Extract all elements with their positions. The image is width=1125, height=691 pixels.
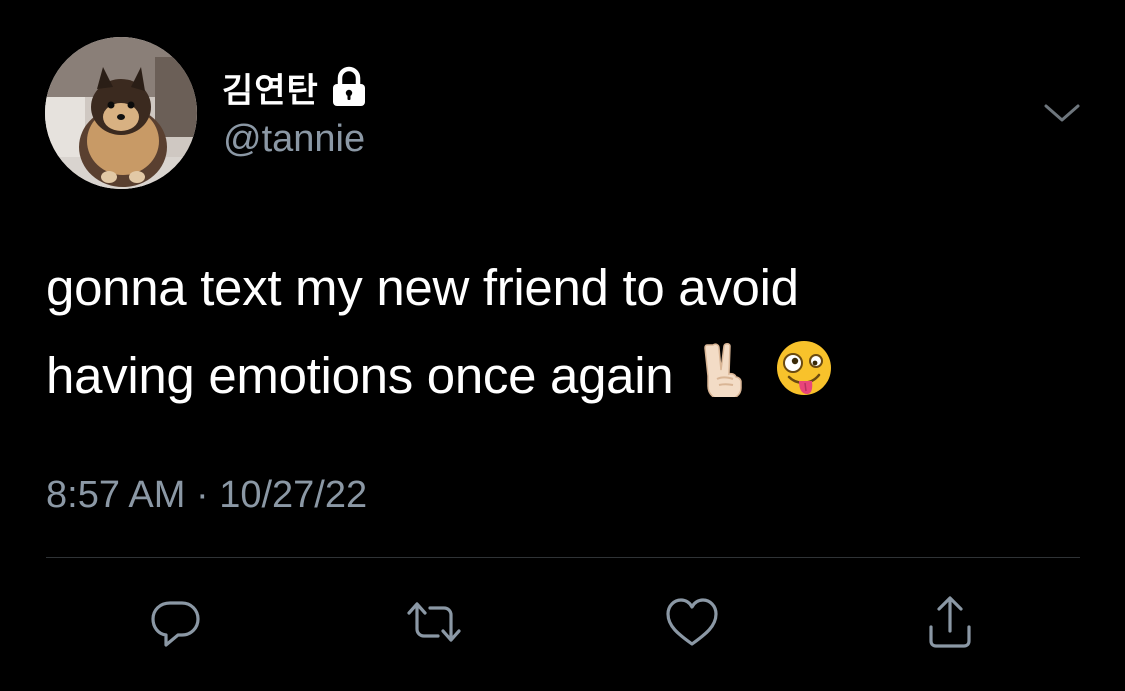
retweet-button[interactable] (404, 592, 464, 652)
meta-separator: · (195, 474, 209, 516)
tweet-card: 김연탄 @tannie gonna text my new friend to … (0, 0, 1125, 691)
tweet-text-line: gonna text my new friend to avoid (46, 259, 799, 316)
user-handle[interactable]: @tannie (223, 118, 365, 161)
tweet-text-line-2: having emotions once again (46, 332, 1086, 424)
lock-icon (329, 65, 369, 109)
like-icon (663, 595, 721, 649)
tweet-text: gonna text my new friend to avoid having… (46, 244, 1086, 424)
avatar-image (45, 37, 197, 189)
tweet-date: 10/27/22 (219, 474, 368, 516)
share-icon (922, 593, 978, 651)
tweet-timestamp[interactable]: 8:57 AM · 10/27/22 (46, 474, 367, 517)
avatar[interactable] (45, 37, 197, 189)
chevron-down-icon[interactable] (1040, 98, 1084, 128)
victory-hand-emoji (699, 336, 749, 424)
reply-icon (148, 594, 204, 650)
author-name-row: 김연탄 (222, 62, 369, 112)
tweet-text-line: having emotions once again (46, 347, 674, 404)
display-name[interactable]: 김연탄 (222, 63, 319, 112)
like-button[interactable] (662, 592, 722, 652)
share-button[interactable] (920, 592, 980, 652)
retweet-icon (404, 594, 464, 650)
divider (46, 557, 1080, 558)
tweet-time: 8:57 AM (46, 474, 186, 516)
zany-face-emoji (775, 336, 833, 424)
reply-button[interactable] (146, 592, 206, 652)
